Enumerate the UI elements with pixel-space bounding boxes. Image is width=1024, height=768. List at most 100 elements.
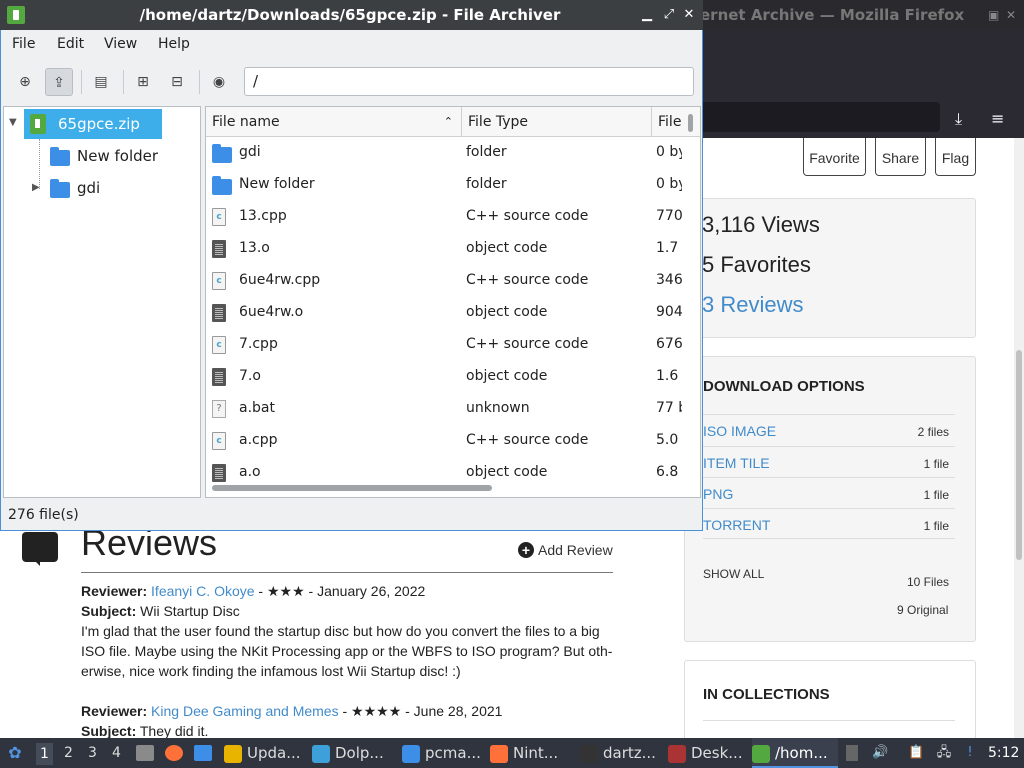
archive-properties-icon[interactable]: ▤: [87, 68, 115, 96]
taskbar-task[interactable]: Nint...: [490, 738, 574, 768]
firefox-close-icon[interactable]: ✕: [1006, 0, 1016, 30]
file-list-vscrollbar[interactable]: [682, 110, 696, 478]
file-size: 0 by: [656, 144, 682, 160]
volume-icon[interactable]: 🔊: [872, 745, 888, 761]
file-row[interactable]: New folder folder 0 by: [206, 169, 682, 201]
task-label: Desk...: [691, 744, 743, 762]
tree-item-archive[interactable]: 65gpce.zip: [24, 109, 162, 139]
file-size: 0 by: [656, 176, 682, 192]
firefox-maximize-icon[interactable]: ▣: [988, 0, 999, 30]
cpp-source-file-icon: c: [212, 272, 226, 290]
task-label: Upda...: [247, 744, 301, 762]
file-row[interactable]: gdi folder 0 by: [206, 137, 682, 169]
review-1-header: Reviewer: Ifeanyi C. Okoye - ★★★ - Janua…: [81, 583, 425, 600]
extract-icon[interactable]: ⇪: [45, 68, 73, 96]
workspace-2[interactable]: 2: [64, 745, 73, 761]
favorite-button[interactable]: Favorite: [803, 138, 866, 176]
hamburger-menu-icon[interactable]: ≡: [991, 109, 1004, 128]
column-file-type[interactable]: File Type: [462, 107, 652, 137]
taskbar-task[interactable]: Upda...: [224, 738, 306, 768]
file-row[interactable]: c 6ue4rw.cpp C++ source code 346: [206, 265, 682, 297]
file-type: C++ source code: [466, 208, 589, 224]
location-bar[interactable]: /: [244, 67, 694, 96]
add-review-button[interactable]: + Add Review: [518, 542, 613, 558]
collapse-arrow-icon[interactable]: ▶: [32, 182, 40, 193]
download-label[interactable]: ITEM TILE: [703, 455, 770, 471]
toolbar-separator: [199, 70, 200, 94]
add-files-icon[interactable]: ⊞: [129, 68, 157, 96]
flag-button[interactable]: Flag: [935, 138, 976, 176]
folder-icon: [212, 144, 232, 163]
file-list-hscroll-thumb[interactable]: [212, 485, 492, 491]
taskbar-task[interactable]: Desk...: [668, 738, 746, 768]
file-row[interactable]: 13.o object code 1.7: [206, 233, 682, 265]
menu-help[interactable]: Help: [158, 36, 190, 52]
workspace-3[interactable]: 3: [88, 745, 97, 761]
add-folder-icon[interactable]: ⊟: [163, 68, 191, 96]
taskbar-task[interactable]: dartz...: [580, 738, 662, 768]
file-name: 7.cpp: [239, 336, 278, 352]
maximize-icon[interactable]: ⤢: [660, 6, 678, 24]
taskbar: ✿ 1 2 3 4 Upda... Dolp... pcma... Nint... da…: [0, 738, 1024, 768]
collections-panel: [684, 660, 976, 750]
close-icon[interactable]: ✕: [680, 6, 698, 24]
task-label: Dolp...: [335, 744, 384, 762]
menu-edit[interactable]: Edit: [57, 36, 84, 52]
workspace-1[interactable]: 1: [36, 743, 53, 765]
tree-item-new-folder[interactable]: New folder: [44, 141, 194, 171]
file-row[interactable]: ? a.bat unknown 77 b: [206, 393, 682, 425]
file-row[interactable]: 6ue4rw.o object code 904: [206, 297, 682, 329]
notification-icon[interactable]: !: [962, 745, 978, 761]
tree-item-gdi[interactable]: gdi: [44, 173, 194, 203]
stop-icon[interactable]: ◉: [205, 68, 233, 96]
new-archive-icon[interactable]: ⊕: [11, 68, 39, 96]
menu-view[interactable]: View: [104, 36, 137, 52]
download-row-png[interactable]: PNG 1 file: [703, 477, 955, 508]
reviewer-link[interactable]: King Dee Gaming and Memes: [151, 703, 339, 719]
network-icon[interactable]: 🖧: [936, 745, 952, 761]
taskbar-task[interactable]: pcma...: [402, 738, 484, 768]
file-name: New folder: [239, 176, 315, 192]
start-menu-icon[interactable]: ✿: [7, 745, 23, 761]
reviews-link[interactable]: 3 Reviews: [702, 292, 803, 318]
download-options-heading: DOWNLOAD OPTIONS: [703, 378, 865, 395]
trash-icon[interactable]: [846, 745, 858, 761]
taskbar-task[interactable]: Dolp...: [312, 738, 396, 768]
firefox-window-title: ernet Archive — Mozilla Firefox: [700, 6, 965, 24]
workspace-4[interactable]: 4: [112, 745, 121, 761]
file-manager-launcher-icon[interactable]: [136, 745, 154, 761]
file-row[interactable]: 7.o object code 1.6: [206, 361, 682, 393]
reviews-comment-icon: [22, 532, 58, 562]
firefox-launcher-icon[interactable]: [165, 745, 183, 761]
task-label: Nint...: [513, 744, 559, 762]
download-row-item-tile[interactable]: ITEM TILE 1 file: [703, 446, 955, 477]
firefox-scroll-thumb[interactable]: [1016, 350, 1022, 560]
file-list-vscroll-thumb[interactable]: [688, 114, 693, 132]
file-name: a.bat: [239, 400, 275, 416]
reviewer-link[interactable]: Ifeanyi C. Okoye: [151, 583, 255, 599]
firefox-url-field[interactable]: [700, 102, 940, 132]
download-label[interactable]: PNG: [703, 486, 733, 502]
file-type: unknown: [466, 400, 530, 416]
archiver-menubar: File Edit View Help: [1, 30, 702, 60]
downloads-icon[interactable]: ⤓: [955, 109, 962, 129]
show-all-link[interactable]: SHOW ALL: [703, 567, 764, 581]
download-label[interactable]: TORRENT: [703, 517, 770, 533]
clipboard-icon[interactable]: 📋: [908, 745, 924, 761]
download-label[interactable]: ISO IMAGE: [703, 423, 776, 439]
share-button[interactable]: Share: [875, 138, 926, 176]
file-row[interactable]: c a.cpp C++ source code 5.0: [206, 425, 682, 457]
expand-arrow-icon[interactable]: ▼: [9, 117, 17, 128]
file-row[interactable]: c 7.cpp C++ source code 676: [206, 329, 682, 361]
menu-file[interactable]: File: [12, 36, 35, 52]
minimize-icon[interactable]: ▁: [638, 6, 656, 24]
download-row-torrent[interactable]: TORRENT 1 file: [703, 508, 955, 539]
column-file-name[interactable]: File name ⌃: [206, 107, 462, 137]
desktop-launcher-icon[interactable]: [194, 745, 212, 761]
review-2-header: Reviewer: King Dee Gaming and Memes - ★★…: [81, 703, 502, 720]
file-row[interactable]: c 13.cpp C++ source code 770: [206, 201, 682, 233]
file-size: 770: [656, 208, 682, 224]
subject-text: Wii Startup Disc: [136, 603, 240, 619]
taskbar-task[interactable]: /hom...: [752, 738, 838, 768]
download-row-iso[interactable]: ISO IMAGE 2 files: [703, 414, 955, 445]
